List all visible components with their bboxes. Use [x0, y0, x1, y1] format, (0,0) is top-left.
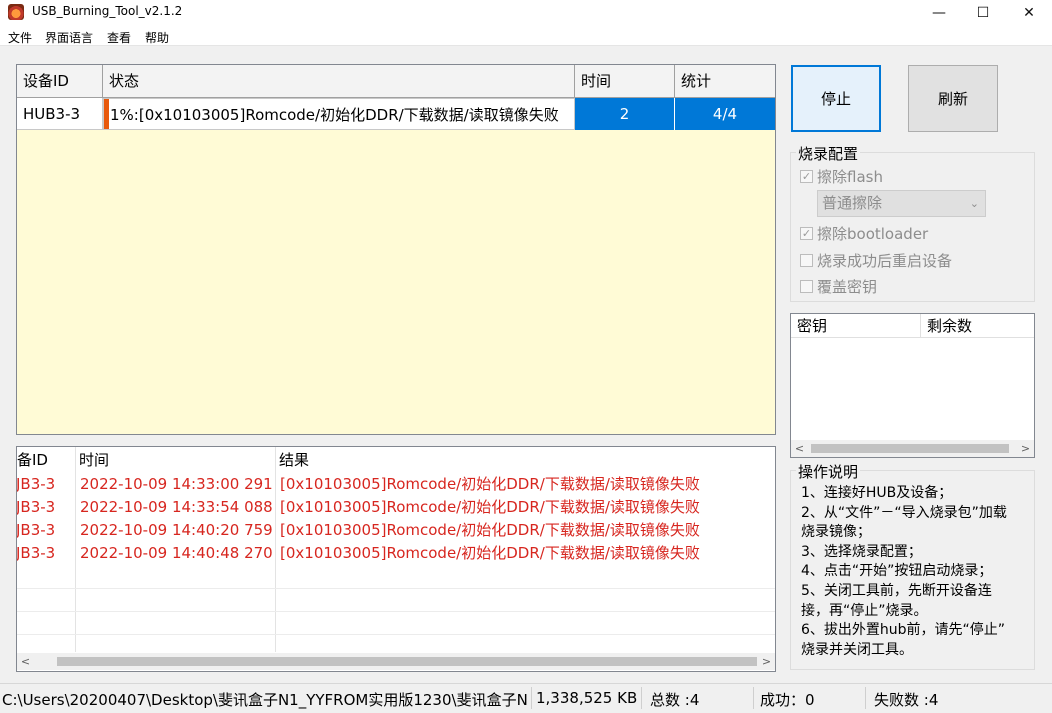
erase-mode-select[interactable]: 普通擦除 ⌄ — [817, 190, 986, 217]
log-header-time[interactable]: 时间 — [75, 447, 275, 473]
column-header-stats[interactable]: 统计 — [675, 65, 775, 98]
column-header-device-id[interactable]: 设备ID — [17, 65, 103, 98]
column-header-status[interactable]: 状态 — [103, 65, 575, 98]
menu-bar: 文件 界面语言 查看 帮助 — [0, 26, 1052, 46]
scroll-thumb[interactable] — [811, 444, 1009, 453]
scroll-thumb[interactable] — [57, 657, 757, 666]
window-title: USB_Burning_Tool_v2.1.2 — [32, 4, 183, 18]
log-row[interactable]: JB3-3 2022-10-09 14:33:00 291 [0x1010300… — [17, 473, 775, 496]
status-fail: 失败数 :4 — [874, 691, 939, 709]
app-icon — [8, 4, 24, 20]
log-row-result: [0x10103005]Romcode/初始化DDR/下载数据/读取镜像失败 — [280, 498, 700, 516]
log-header-device-id[interactable]: 备ID — [17, 447, 75, 473]
erase-flash-label: 擦除flash — [817, 168, 883, 186]
log-row[interactable]: JB3-3 2022-10-09 14:33:54 088 [0x1010300… — [17, 496, 775, 519]
erase-bootloader-label: 擦除bootloader — [817, 225, 929, 243]
log-row[interactable]: JB3-3 2022-10-09 14:40:20 759 [0x1010300… — [17, 519, 775, 542]
title-bar: USB_Burning_Tool_v2.1.2 — ☐ ✕ — [0, 0, 1052, 26]
checkbox-box — [800, 280, 813, 293]
log-grid[interactable]: 备ID 时间 结果 JB3-3 2022-10-09 14:33:00 291 … — [16, 446, 776, 672]
instruction-line: 1、连接好HUB及设备； — [801, 485, 953, 501]
status-progress-bar — [104, 99, 109, 129]
menu-language[interactable]: 界面语言 — [45, 29, 93, 46]
log-horizontal-scrollbar[interactable]: < > — [17, 653, 775, 670]
device-time-cell[interactable]: 2 — [575, 98, 675, 130]
instructions-title: 操作说明 — [796, 461, 861, 482]
log-row-time: 2022-10-09 14:40:20 759 — [80, 521, 273, 539]
instruction-line: 烧录镜像； — [801, 524, 871, 541]
instruction-line: 4、点击“开始”按钮启动烧录； — [801, 563, 993, 580]
scroll-right-icon[interactable]: > — [1017, 440, 1034, 457]
log-row-time: 2022-10-09 14:33:54 088 — [80, 498, 273, 516]
refresh-button[interactable]: 刷新 — [908, 65, 998, 132]
device-id-cell[interactable]: HUB3-3 — [17, 98, 103, 130]
instruction-line: 3、选择烧录配置； — [801, 543, 922, 560]
key-list-horizontal-scrollbar[interactable]: < > — [791, 440, 1034, 457]
log-row-id: JB3-3 — [16, 475, 56, 493]
log-row-result: [0x10103005]Romcode/初始化DDR/下载数据/读取镜像失败 — [280, 475, 700, 493]
instructions-text: 1、连接好HUB及设备； 2、从“文件”－“导入烧录包”加载 烧录镜像； 3、选… — [801, 484, 1007, 660]
checkbox-box — [800, 254, 813, 267]
status-total: 总数 :4 — [650, 691, 700, 709]
scroll-right-icon[interactable]: > — [758, 653, 775, 670]
device-status-text: 1%:[0x10103005]Romcode/初始化DDR/下载数据/读取镜像失… — [110, 106, 559, 124]
burn-config-title: 烧录配置 — [796, 143, 861, 164]
log-gridline — [17, 634, 775, 635]
log-gridline — [17, 588, 775, 589]
log-row[interactable]: JB3-3 2022-10-09 14:40:48 270 [0x1010300… — [17, 542, 775, 565]
overwrite-key-label: 覆盖密钥 — [817, 278, 878, 296]
maximize-button[interactable]: ☐ — [960, 0, 1006, 26]
log-row-time: 2022-10-09 14:40:48 270 — [80, 544, 273, 562]
status-bar: C:\Users\20200407\Desktop\斐讯盒子N1_YYFROM实… — [0, 683, 1052, 713]
instruction-line: 5、关闭工具前，先断开设备连 — [801, 582, 992, 599]
device-stats-cell[interactable]: 4/4 — [675, 98, 775, 130]
instruction-line: 6、拔出外置hub前，请先“停止” — [801, 622, 1006, 639]
log-row-id: JB3-3 — [16, 521, 56, 539]
erase-mode-value: 普通擦除 — [822, 194, 883, 212]
status-success: 成功：0 — [760, 691, 815, 709]
status-size: 1,338,525 KB — [536, 689, 638, 707]
status-path: C:\Users\20200407\Desktop\斐讯盒子N1_YYFROM实… — [2, 691, 528, 709]
scroll-left-icon[interactable]: < — [17, 653, 34, 670]
instruction-line: 接，再“停止”烧录。 — [801, 602, 928, 619]
menu-file[interactable]: 文件 — [8, 29, 32, 46]
instruction-line: 2、从“文件”－“导入烧录包”加载 — [801, 504, 1007, 521]
log-header-result[interactable]: 结果 — [275, 447, 755, 473]
status-divider — [865, 687, 866, 709]
stop-button[interactable]: 停止 — [791, 65, 881, 132]
minimize-button[interactable]: — — [916, 0, 962, 26]
log-row-id: JB3-3 — [16, 498, 56, 516]
device-grid[interactable]: 设备ID 状态 时间 统计 HUB3-3 1%:[0x10103005]Romc… — [16, 64, 776, 435]
status-divider — [641, 687, 642, 709]
reboot-after-label: 烧录成功后重启设备 — [817, 252, 953, 270]
checkmark-icon: ✓ — [800, 227, 813, 240]
status-divider — [753, 687, 754, 709]
instruction-line: 烧录并关闭工具。 — [801, 641, 913, 658]
overwrite-key-checkbox[interactable]: 覆盖密钥 — [800, 276, 877, 297]
chevron-down-icon: ⌄ — [969, 197, 979, 210]
log-row-result: [0x10103005]Romcode/初始化DDR/下载数据/读取镜像失败 — [280, 521, 700, 539]
column-header-time[interactable]: 时间 — [575, 65, 675, 98]
log-row-time: 2022-10-09 14:33:00 291 — [80, 475, 273, 493]
key-list[interactable]: 密钥 剩余数 < > — [790, 313, 1035, 458]
erase-bootloader-checkbox[interactable]: ✓ 擦除bootloader — [800, 223, 928, 244]
erase-flash-checkbox[interactable]: ✓ 擦除flash — [800, 166, 883, 187]
scroll-left-icon[interactable]: < — [791, 440, 808, 457]
menu-view[interactable]: 查看 — [107, 29, 131, 46]
status-divider — [531, 687, 532, 709]
device-status-cell[interactable]: 1%:[0x10103005]Romcode/初始化DDR/下载数据/读取镜像失… — [103, 98, 575, 130]
log-gridline — [17, 611, 775, 612]
remaining-column-header[interactable]: 剩余数 — [921, 314, 1034, 338]
log-row-result: [0x10103005]Romcode/初始化DDR/下载数据/读取镜像失败 — [280, 544, 700, 562]
checkmark-icon: ✓ — [800, 170, 813, 183]
reboot-after-checkbox[interactable]: 烧录成功后重启设备 — [800, 250, 952, 271]
menu-help[interactable]: 帮助 — [145, 29, 169, 46]
log-row-id: JB3-3 — [16, 544, 56, 562]
close-button[interactable]: ✕ — [1006, 0, 1052, 26]
key-column-header[interactable]: 密钥 — [791, 314, 921, 338]
